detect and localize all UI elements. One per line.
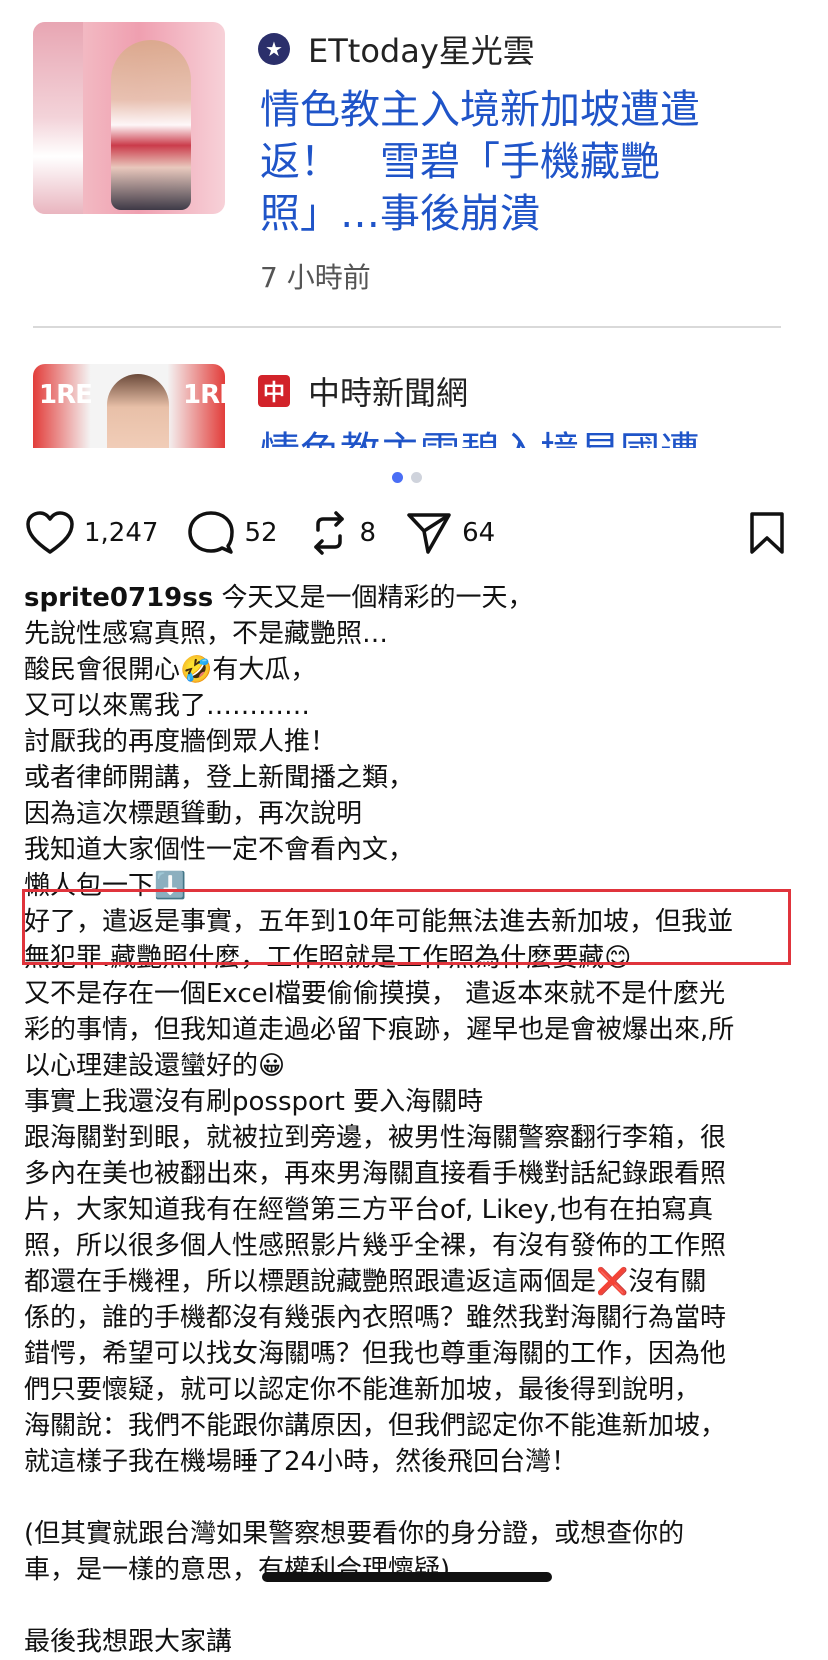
caption-line: 又可以來罵我了…………: [24, 691, 311, 721]
repost-button[interactable]: 8: [308, 510, 377, 556]
news-thumbnail-2[interactable]: 1RE 1RE: [33, 364, 225, 448]
caption-line: 多內在美也被翻出來，再來男海關直接看手機對話紀錄跟看照: [24, 1159, 727, 1189]
news-card-2[interactable]: 1RE 1RE 中 中時新聞網 情色教主雪碧入境星國遭: [0, 0, 828, 450]
caption-line: 海關說：我們不能跟你講原因，但我們認定你不能進新加坡，: [24, 1411, 727, 1441]
like-count: 1,247: [84, 518, 159, 548]
bookmark-icon: [750, 512, 784, 554]
caption-line: 又不是存在一個Excel檔要偷偷摸摸， 遣返本來就不是什麼光: [24, 979, 726, 1009]
caption-line: 們只要懷疑，就可以認定你不能進新加坡，最後得到說明，: [24, 1375, 701, 1405]
heart-icon: [26, 511, 74, 554]
caption-line: 錯愕，希望可以找女海關嗎？但我也尊重海關的工作，因為他: [24, 1339, 727, 1369]
caption-line: 今天又是一個精彩的一天，: [221, 583, 534, 613]
news-source-2: 中 中時新聞網: [258, 368, 468, 414]
bookmark-button[interactable]: [748, 511, 786, 559]
repost-count: 8: [359, 518, 377, 548]
zhong-logo-icon: 中: [258, 375, 290, 407]
news-source-name: 中時新聞網: [308, 374, 469, 412]
carousel-indicator: [392, 472, 422, 483]
thumbnail-photo-figure: [107, 374, 169, 448]
post-caption: sprite0719ss 今天又是一個精彩的一天， 先說性感寫真照，不是藏艷照……: [24, 580, 794, 1660]
like-button[interactable]: 1,247: [26, 511, 158, 555]
news-headline-2[interactable]: 情色教主雪碧入境星國遭: [260, 426, 770, 448]
thumbnail-badge-left: 1RE: [39, 380, 93, 410]
send-icon: [407, 513, 451, 554]
caption-line: 都還在手機裡，所以標題說藏艷照跟遣返這兩個是❌沒有關: [24, 1267, 707, 1297]
caption-line: 以心理建設還蠻好的😀: [24, 1051, 286, 1081]
carousel-dot: [411, 472, 422, 483]
comment-button[interactable]: 52: [188, 510, 278, 556]
carousel-dot-active: [392, 472, 403, 483]
caption-line: 我知道大家個性一定不會看內文，: [24, 835, 415, 865]
thumbnail-badge-right: 1RE: [183, 380, 225, 410]
caption-line: 跟海關對到眼，就被拉到旁邊，被男性海關警察翻行李箱，很: [24, 1123, 727, 1153]
caption-line: 就這樣子我在機場睡了24小時，然後飛回台灣！: [24, 1447, 578, 1477]
comment-count: 52: [244, 518, 278, 548]
share-button[interactable]: 64: [406, 511, 495, 555]
caption-line: 酸民會很開心🤣有大瓜，: [24, 655, 317, 685]
caption-line: 先說性感寫真照，不是藏艷照…: [24, 619, 389, 649]
headline-line: 情色教主雪碧入境星國遭: [260, 426, 770, 448]
caption-line: 或者律師開講，登上新聞播之類，: [24, 763, 415, 793]
action-bar: 1,247 52 8 64: [26, 505, 786, 561]
caption-line: 片，大家知道我有在經營第三方平台of, Likey,也有在拍寫真: [24, 1195, 714, 1225]
caption-line: 事實上我還沒有刷possport 要入海關時: [24, 1087, 484, 1117]
caption-line: 最後我想跟大家講: [24, 1627, 233, 1657]
post-username[interactable]: sprite0719ss: [24, 583, 213, 613]
repost-icon: [313, 511, 344, 555]
caption-line: 彩的事情，但我知道走過必留下痕跡，遲早也是會被爆出來,所: [24, 1015, 735, 1045]
caption-line: 照，所以很多個人性感照影片幾乎全裸，有沒有發佈的工作照: [24, 1231, 727, 1261]
home-indicator: [262, 1572, 552, 1582]
comment-icon: [188, 511, 235, 554]
caption-line: 係的，誰的手機都沒有幾張內衣照嗎？雖然我對海關行為當時: [24, 1303, 727, 1333]
highlight-box: [22, 889, 791, 965]
caption-line: (但其實就跟台灣如果警察想要看你的身分證，或想查你的: [24, 1519, 685, 1549]
caption-line: 因為這次標題聳動，再次說明: [24, 799, 363, 829]
share-count: 64: [462, 518, 496, 548]
caption-line: 討厭我的再度牆倒眾人推！: [24, 727, 337, 757]
